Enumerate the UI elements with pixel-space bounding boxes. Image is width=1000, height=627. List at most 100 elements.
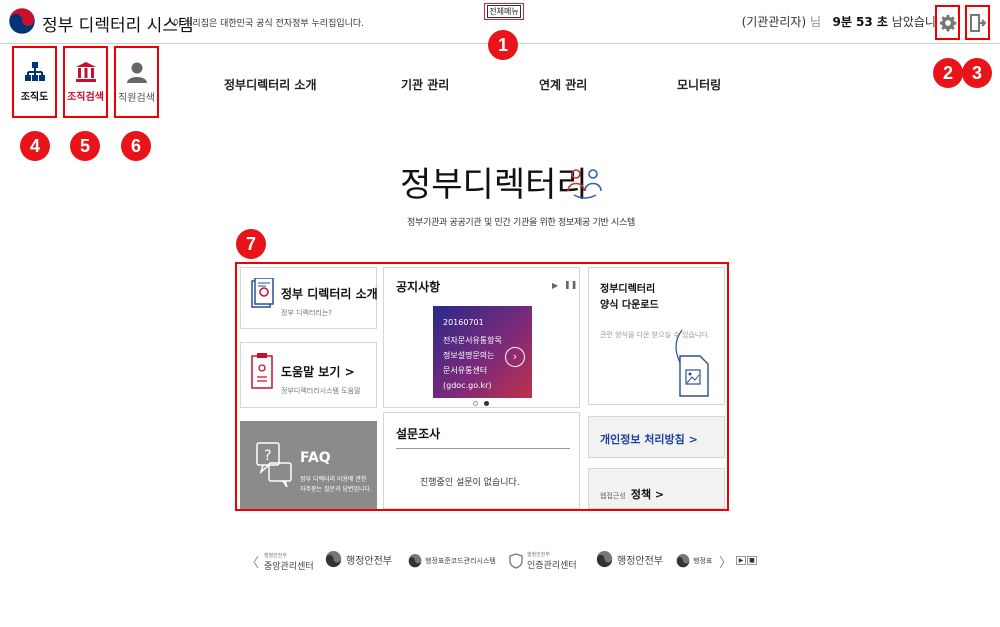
notice-play-icon[interactable]: ▶ [552, 281, 558, 290]
notice-line: 문서유통센터 [443, 366, 488, 375]
marker-6: 6 [121, 131, 151, 161]
banner-item[interactable]: 행정표준코드관리시스템 [408, 554, 496, 568]
banner-label: 행정안전부 [617, 556, 663, 567]
user-session-info: (기관관리자) 님 9분 53 초 남았습니다 [742, 13, 947, 30]
gov-logo-icon [596, 551, 613, 568]
quick-staff-search-button[interactable]: 직원검색 [114, 46, 159, 118]
help-card-title: 도움말 보기 [281, 365, 341, 379]
gov-logo-icon [408, 554, 422, 568]
banner-next-button[interactable]: 〉 [719, 552, 732, 571]
marker-5: 5 [70, 131, 100, 161]
faq-desc-line2: 자주묻는 질문과 답변입니다. [300, 486, 372, 493]
notice-line: 20160701 [443, 318, 484, 327]
site-tagline: 이 누리집은 대한민국 공식 전자정부 누리집입니다. [173, 19, 365, 29]
quick-link-label: 조직도 [20, 91, 49, 103]
certificate-icon [251, 278, 274, 308]
quick-link-label: 직원검색 [118, 92, 155, 104]
logout-button[interactable] [965, 5, 990, 40]
gov-logo-icon[interactable] [8, 7, 36, 35]
notice-next-icon[interactable]: › [505, 347, 525, 367]
banner-label: 행정표준코드관리시스템 [425, 557, 496, 565]
banner-play-icon[interactable]: ▶ [736, 556, 746, 565]
speech-bubbles-icon: ? [256, 442, 292, 487]
marker-3: 3 [962, 58, 992, 88]
nav-item-monitoring[interactable]: 모니터링 [677, 76, 721, 93]
quick-org-search-button[interactable]: 조직검색 [63, 46, 108, 118]
help-card-chevron: > [344, 365, 355, 379]
marker-1: 1 [488, 30, 518, 60]
banner-stop-icon[interactable]: ■ [747, 556, 757, 565]
banner-item[interactable]: 행정안전부 인증관리센터 [509, 551, 577, 571]
notice-page-dot[interactable] [473, 401, 478, 406]
survey-empty-message: 진행중인 설문이 없습니다. [420, 478, 520, 488]
hero-title: 정부디렉터리 [400, 165, 588, 205]
government-building-icon [75, 61, 96, 82]
marker-2: 2 [933, 58, 963, 88]
help-card[interactable]: 도움말 보기 > 정부디렉터리시스템 도움말 [240, 342, 377, 408]
org-chart-icon [24, 61, 45, 81]
all-menu-button[interactable]: 전체메뉴 [484, 3, 524, 20]
download-title-line1: 정부디렉터리 [600, 284, 656, 295]
faq-title: FAQ [300, 450, 331, 466]
gov-logo-icon [325, 551, 342, 568]
banner-small-text: 행정안전부 [264, 553, 288, 559]
svg-text:?: ? [264, 448, 271, 464]
form-download-card[interactable]: 정부디렉터리 양식 다운로드 관련 양식을 다운 받으실 수 있습니다. [588, 267, 725, 405]
banner-label: 행정안전부 [346, 556, 392, 567]
banner-prev-button[interactable]: 〈 [246, 552, 259, 571]
intro-card[interactable]: 정부 디렉터리 소개 > 정부 디렉터리는? [240, 267, 392, 329]
notice-line: (gdoc.go.kr) [443, 381, 492, 390]
privacy-policy-link[interactable]: 개인정보 처리방침 > [600, 431, 698, 447]
banner-item[interactable]: 행정안전부 [325, 551, 392, 568]
quick-link-label: 조직검색 [67, 91, 104, 103]
gov-logo-icon [676, 554, 690, 568]
banner-label: 중앙관리센터 [264, 562, 314, 572]
user-suffix: 님 [809, 15, 822, 29]
quick-org-chart-button[interactable]: 조직도 [12, 46, 57, 118]
accessibility-policy-link[interactable]: 정책 > [631, 488, 664, 501]
download-title-line2: 양식 다운로드 [600, 300, 659, 311]
notice-page-dot-active[interactable] [484, 401, 489, 406]
notice-line: 정보설명문의는 [443, 351, 495, 360]
site-title[interactable]: 정부 디렉터리 시스템 [42, 11, 194, 36]
hero-subtitle: 정부기관과 공공기관 및 민간 기관을 위한 정보제공 기반 시스템 [407, 218, 635, 228]
privacy-policy-card[interactable]: 개인정보 처리방침 > [588, 416, 725, 458]
banner-item[interactable]: 행정안전부 [596, 551, 663, 568]
accessibility-prefix: 웹접근성 [600, 492, 626, 500]
marker-7: 7 [236, 229, 266, 259]
marker-4: 4 [20, 131, 50, 161]
faq-desc-line1: 정부 디렉터리 이용에 관한 [300, 476, 367, 483]
banner-item[interactable]: 행정안전부 중앙관리센터 [264, 552, 314, 572]
user-role: (기관관리자) [741, 15, 807, 29]
logout-icon [969, 13, 986, 32]
clipboard-icon [251, 353, 273, 389]
notice-title[interactable]: 공지사항 [396, 278, 440, 295]
nav-item-intro[interactable]: 정부디렉터리 소개 [224, 76, 317, 93]
all-menu-label: 전체메뉴 [487, 5, 521, 18]
banner-label: 행정표 [693, 557, 713, 565]
survey-title: 설문조사 [396, 427, 441, 441]
shield-icon [509, 553, 523, 569]
nav-item-link-manage[interactable]: 연계 관리 [539, 76, 587, 93]
notice-pause-icon[interactable]: ❚❚ [564, 280, 577, 289]
gear-icon [939, 14, 956, 31]
survey-divider [396, 448, 570, 449]
main-content-panel: 정부 디렉터리 소개 > 정부 디렉터리는? 도움말 보기 > 정부디렉터리시스… [235, 262, 729, 511]
notice-banner-image[interactable]: 20160701 전자문서유통항목 정보설명문의는 문서유통센터 (gdoc.g… [433, 306, 532, 398]
person-icon [126, 62, 147, 83]
download-document-icon [675, 329, 709, 397]
nav-item-org-manage[interactable]: 기관 관리 [401, 76, 449, 93]
accessibility-policy-card[interactable]: 웹접근성 정책 > [588, 468, 725, 509]
banner-label: 인증관리센터 [527, 561, 577, 571]
help-card-desc: 정부디렉터리시스템 도움말 [281, 387, 361, 395]
settings-button[interactable] [935, 5, 960, 40]
faq-card[interactable]: ? FAQ 정부 디렉터리 이용에 관한 자주묻는 질문과 답변입니다. [240, 421, 377, 509]
notice-line: 전자문서유통항목 [443, 336, 502, 345]
notice-card: 공지사항 ▶ ❚❚ 20160701 전자문서유통항목 정보설명문의는 문서유통… [383, 267, 580, 408]
session-remaining-time: 9분 53 초 [832, 15, 888, 29]
people-link-icon [567, 169, 602, 199]
intro-card-title: 정부 디렉터리 소개 [281, 287, 378, 301]
banner-item[interactable]: 행정표 [676, 554, 712, 568]
survey-card: 설문조사 진행중인 설문이 없습니다. [383, 412, 580, 509]
intro-card-desc: 정부 디렉터리는? [281, 309, 333, 317]
